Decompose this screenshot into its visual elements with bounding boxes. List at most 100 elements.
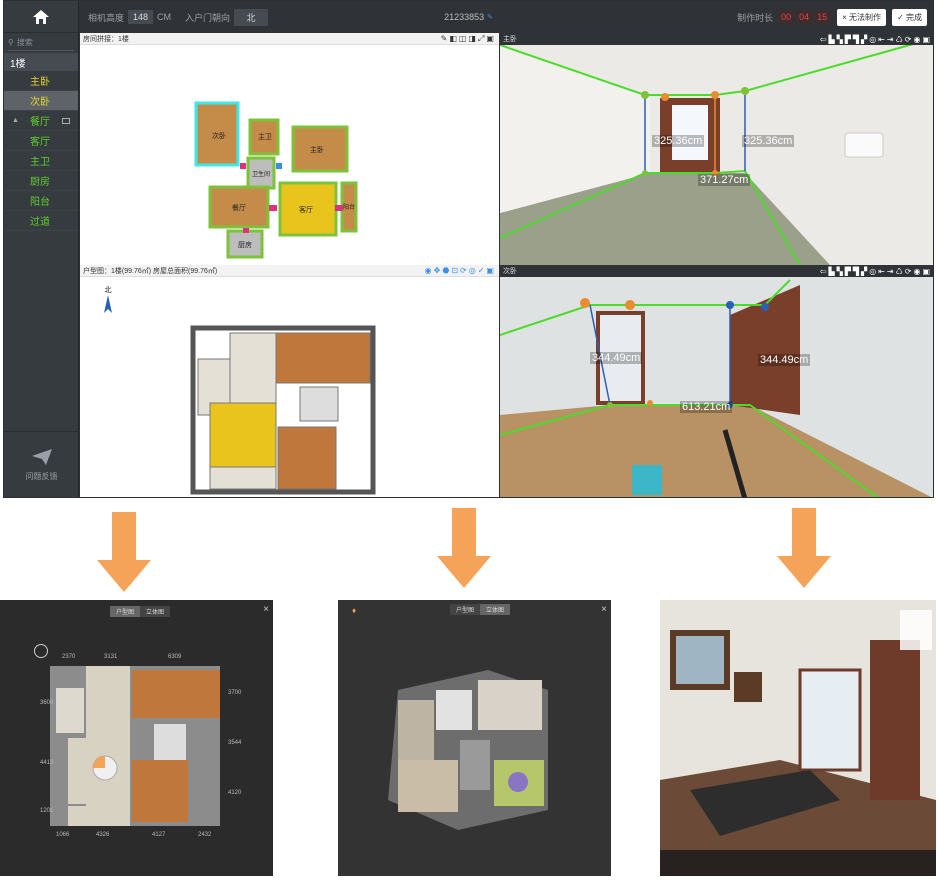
dimension-label: 4326	[96, 832, 110, 838]
collapse-icon[interactable]: ▲	[12, 117, 19, 124]
door-marker[interactable]	[276, 163, 282, 169]
floor-item[interactable]: 1楼	[4, 53, 78, 71]
room-label: 餐厅	[232, 203, 246, 212]
dimension-label: 3700	[228, 690, 242, 696]
dimension-label: 3131	[104, 654, 118, 660]
preview-floor-plan-canvas	[50, 666, 220, 826]
image-icon[interactable]	[62, 117, 70, 124]
fp-room	[277, 426, 337, 490]
dimension-label: 2432	[198, 832, 212, 838]
room-stitching-panel: 房间拼接：1楼 ✎◧◫◨⤢▣ 次卧 主卫 卫生间 主卧 餐厅 客厅 阳台 厨房	[80, 33, 499, 265]
room-label: 客厅	[299, 205, 313, 214]
timer-minutes: 04	[796, 10, 813, 24]
dimension-label: 4120	[228, 790, 242, 796]
fp-room	[209, 402, 277, 468]
sidebar: ⚲ 搜索 1楼 主卧 次卧 ▲ 餐厅 客厅 主卫 厨房 阳台 过道 问题反馈	[4, 1, 79, 497]
panorama-view-second-bedroom[interactable]: 次卧 ⇦▙▚▛▜▞◎⇤⇥♺⟳◉▣ 344.49cm 344.49cm 613.21…	[500, 265, 933, 497]
preview-vr-panorama	[660, 600, 936, 876]
camera-height-label: 相机高度	[88, 12, 125, 23]
room-item-dining[interactable]: ▲ 餐厅	[4, 111, 78, 131]
dimension-label: 344.49cm	[590, 352, 643, 364]
dimension-label: 2370	[62, 654, 76, 660]
fp-room	[229, 332, 277, 404]
door-marker[interactable]	[243, 228, 249, 233]
room-label: 主卫	[258, 132, 272, 141]
room-label: 厨房	[238, 240, 252, 249]
door-marker[interactable]	[240, 163, 246, 169]
view-title: 主卧	[503, 36, 517, 43]
fp-room	[299, 386, 339, 422]
timer-hours: 00	[778, 10, 795, 24]
down-arrow-icon	[777, 508, 831, 588]
dimension-label: 1201	[40, 808, 54, 814]
preview-3d-model: 户型图 立体图 ♦ ×	[338, 600, 611, 876]
room-item-master-bedroom[interactable]: 主卧	[4, 71, 78, 91]
paper-plane-icon	[31, 449, 52, 465]
dimension-label: 6309	[168, 654, 182, 660]
floor-plan-title: 户型图：1楼(99.76㎡) 房屋总面积(99.76㎡)	[83, 267, 218, 275]
room-stitching-canvas[interactable]: 次卧 主卫 卫生间 主卧 餐厅 客厅 阳台 厨房	[80, 45, 499, 265]
panorama-scene	[500, 277, 933, 497]
room-item-living[interactable]: 客厅	[4, 131, 78, 151]
stitching-title: 房间拼接：1楼	[83, 35, 129, 43]
room-item-second-bedroom[interactable]: 次卧	[4, 91, 78, 111]
floor-plan-tools-icon[interactable]: ◉✥⬣⊡⟳◎✓▣	[425, 266, 496, 275]
door-marker[interactable]	[269, 205, 277, 211]
timer-seconds: 15	[814, 10, 831, 24]
home-button[interactable]	[4, 1, 78, 33]
dimension-label: 3544	[228, 740, 242, 746]
top-toolbar: 相机高度 148 CM 入户门朝向 北 21233853 ✎ 制作时长 00 0…	[80, 1, 933, 33]
down-arrow-icon	[97, 512, 151, 592]
room-label: 餐厅	[30, 117, 50, 128]
room-item-master-bath[interactable]: 主卫	[4, 151, 78, 171]
floor-plan-canvas	[190, 325, 376, 495]
edit-icon[interactable]: ✎	[487, 13, 493, 21]
dimension-label: 3600	[40, 700, 54, 706]
room-label: 次卧	[30, 97, 50, 108]
time-label: 制作时长	[737, 12, 774, 23]
dimension-label: 4413	[40, 760, 54, 766]
room-item-kitchen[interactable]: 厨房	[4, 171, 78, 191]
entrance-direction-select[interactable]: 北	[234, 8, 269, 26]
preview-vr-scene	[660, 600, 936, 876]
down-arrow-icon	[437, 508, 491, 588]
cannot-make-button[interactable]: × 无法制作	[837, 8, 887, 26]
room-label: 厨房	[30, 177, 50, 188]
room-label: 主卧	[310, 145, 324, 154]
door-marker[interactable]	[335, 205, 343, 211]
done-button[interactable]: ✓ 完成	[892, 8, 927, 26]
room-label: 主卫	[30, 157, 50, 168]
fp-room	[275, 332, 371, 384]
room-search-input[interactable]: ⚲ 搜索	[8, 35, 74, 51]
view-title: 次卧	[503, 268, 517, 275]
camera-height-unit: CM	[157, 12, 172, 22]
room-label: 卫生间	[252, 170, 270, 178]
search-placeholder: 搜索	[16, 38, 33, 47]
dimension-label: 613.21cm	[680, 401, 733, 413]
dimension-label: 1066	[56, 832, 70, 838]
dimension-label: 4127	[152, 832, 166, 838]
room-label: 客厅	[30, 137, 50, 148]
dimension-label: 325.36cm	[652, 135, 705, 147]
view-tools-icon[interactable]: ⇦▙▚▛▜▞◎⇤⇥♺⟳◉▣	[820, 267, 932, 276]
camera-height-input[interactable]: 148	[128, 10, 154, 24]
room-item-hallway[interactable]: 过道	[4, 211, 78, 231]
panorama-view-master-bedroom[interactable]: 主卧 ⇦▙▚▛▜▞◎⇤⇥♺⟳◉▣ 325.36cm 325.36cm 371.27…	[500, 33, 933, 265]
feedback-button[interactable]: 问题反馈	[4, 431, 79, 497]
view-tools-icon[interactable]: ⇦▙▚▛▜▞◎⇤⇥♺⟳◉▣	[820, 35, 932, 44]
search-icon: ⚲	[8, 38, 14, 47]
room-item-balcony[interactable]: 阳台	[4, 191, 78, 211]
fp-room	[209, 466, 277, 490]
entrance-direction-label: 入户门朝向	[185, 12, 231, 23]
room-label: 次卧	[212, 131, 226, 140]
room-label: 主卧	[30, 77, 50, 88]
project-id: 21233853	[444, 12, 485, 22]
floor-plan-panel: 户型图：1楼(99.76㎡) 房屋总面积(99.76㎡) ◉✥⬣⊡⟳◎✓▣ 北	[80, 265, 499, 497]
room-label: 过道	[30, 217, 50, 228]
dimension-label: 325.36cm	[742, 135, 795, 147]
stitching-tools-icon[interactable]: ✎◧◫◨⤢▣	[441, 34, 496, 44]
editor-app: ⚲ 搜索 1楼 主卧 次卧 ▲ 餐厅 客厅 主卫 厨房 阳台 过道 问题反馈 相机…	[3, 0, 934, 498]
dimension-label: 371.27cm	[698, 174, 751, 186]
dimension-label: 344.49cm	[758, 354, 811, 366]
panorama-scene	[500, 37, 933, 265]
